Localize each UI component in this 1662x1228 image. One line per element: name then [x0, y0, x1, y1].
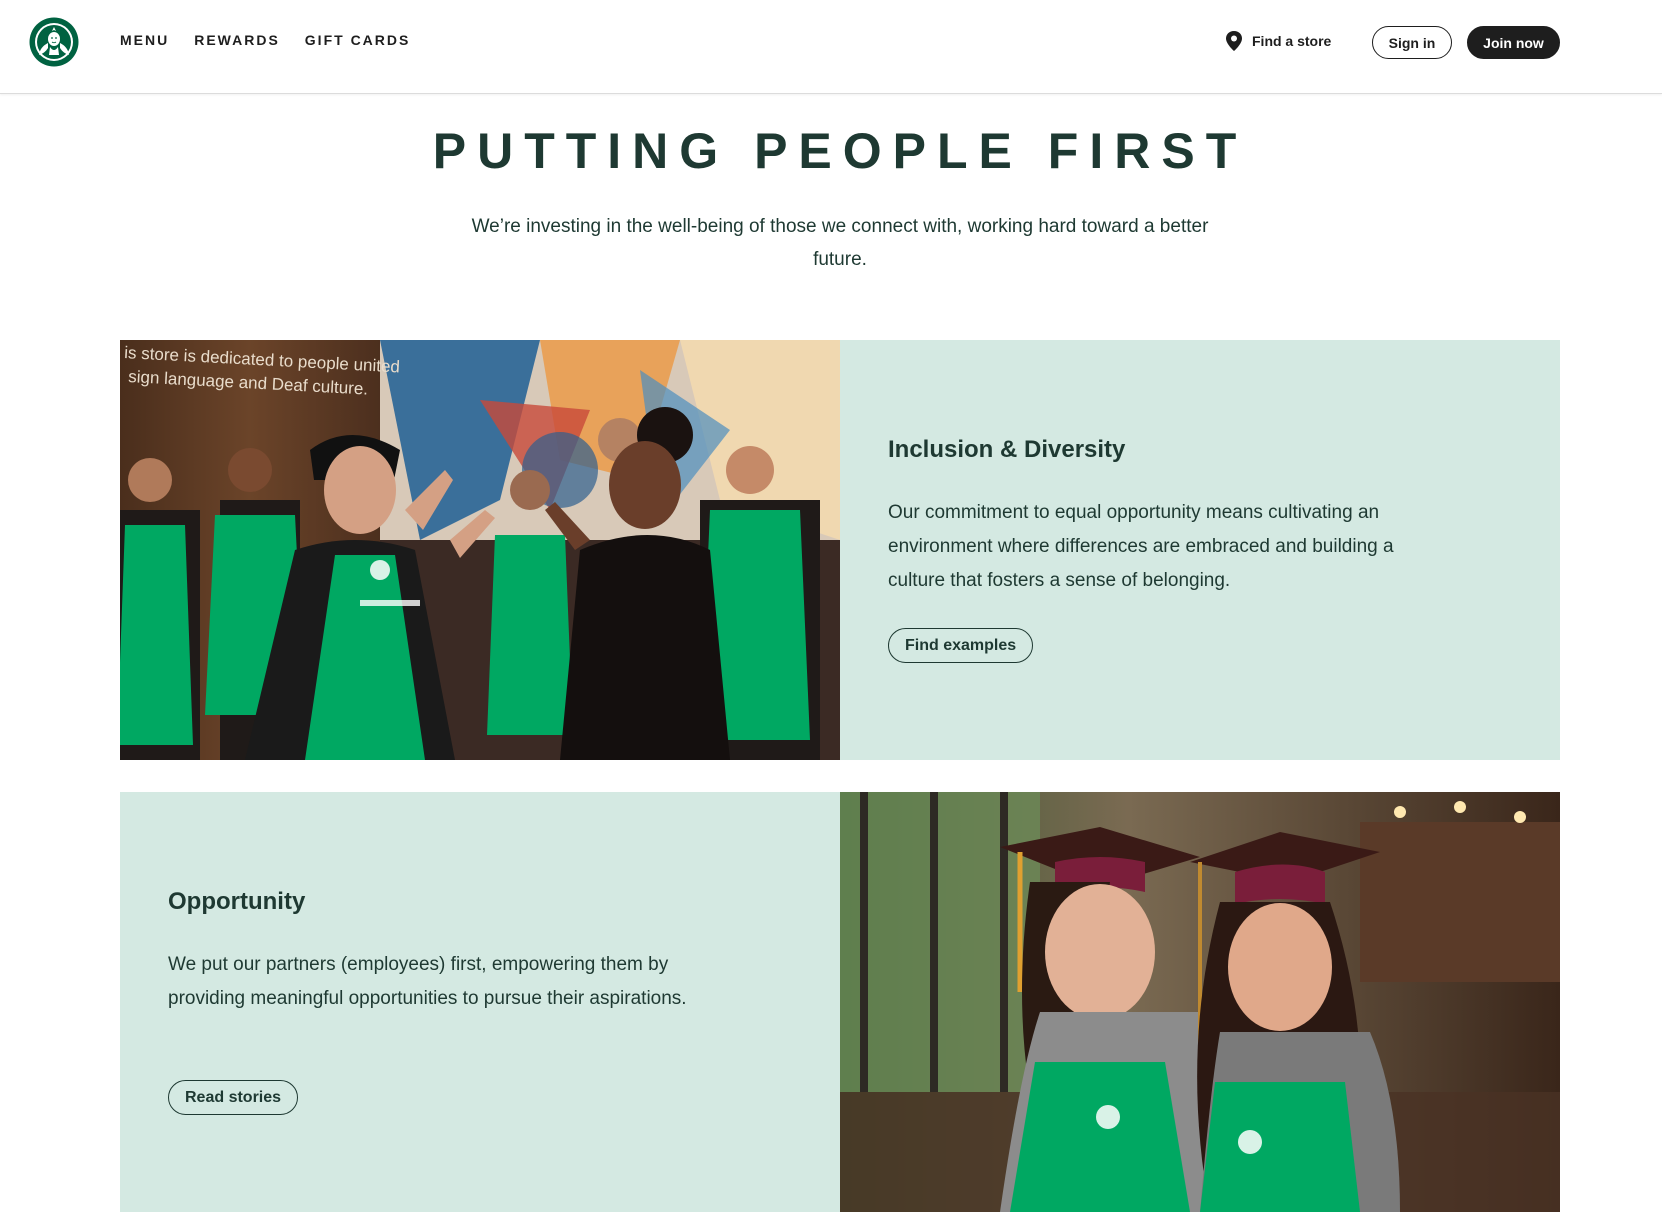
nav-menu[interactable]: MENU [120, 32, 169, 48]
starbucks-logo-icon[interactable] [29, 17, 79, 67]
page-subtitle: We’re investing in the well-being of tho… [471, 216, 1209, 270]
inclusion-title: Inclusion & Diversity [888, 436, 1126, 463]
opportunity-photo [840, 792, 1560, 1212]
inclusion-body: Our commitment to equal opportunity mean… [888, 502, 1394, 591]
inclusion-text-panel: Inclusion & Diversity Our commitment to … [840, 340, 1560, 760]
opportunity-text-panel: Opportunity We put our partners (employe… [120, 792, 840, 1212]
nav-rewards[interactable]: REWARDS [194, 32, 280, 48]
find-a-store-link[interactable]: Find a store [1224, 30, 1331, 52]
find-a-store-label: Find a store [1252, 33, 1332, 49]
location-pin-icon [1226, 31, 1242, 51]
page-title: PUTTING PEOPLE FIRST [432, 123, 1248, 179]
find-examples-button[interactable]: Find examples [888, 628, 1034, 663]
read-stories-button[interactable]: Read stories [168, 1080, 299, 1115]
nav-gift-cards[interactable]: GIFT CARDS [305, 32, 411, 48]
inclusion-photo: is store is dedicated to people united s… [120, 340, 840, 760]
site-header: MENU REWARDS GIFT CARDS Find a store Sig… [0, 0, 1662, 94]
feature-opportunity: Opportunity We put our partners (employe… [120, 792, 1560, 1212]
main-nav: MENU REWARDS GIFT CARDS [120, 32, 410, 48]
sign-in-button[interactable]: Sign in [1372, 26, 1452, 59]
join-now-button[interactable]: Join now [1467, 26, 1560, 59]
opportunity-title: Opportunity [168, 888, 306, 915]
feature-inclusion-diversity: is store is dedicated to people united s… [120, 340, 1560, 760]
opportunity-body: We put our partners (employees) first, e… [168, 954, 687, 1009]
